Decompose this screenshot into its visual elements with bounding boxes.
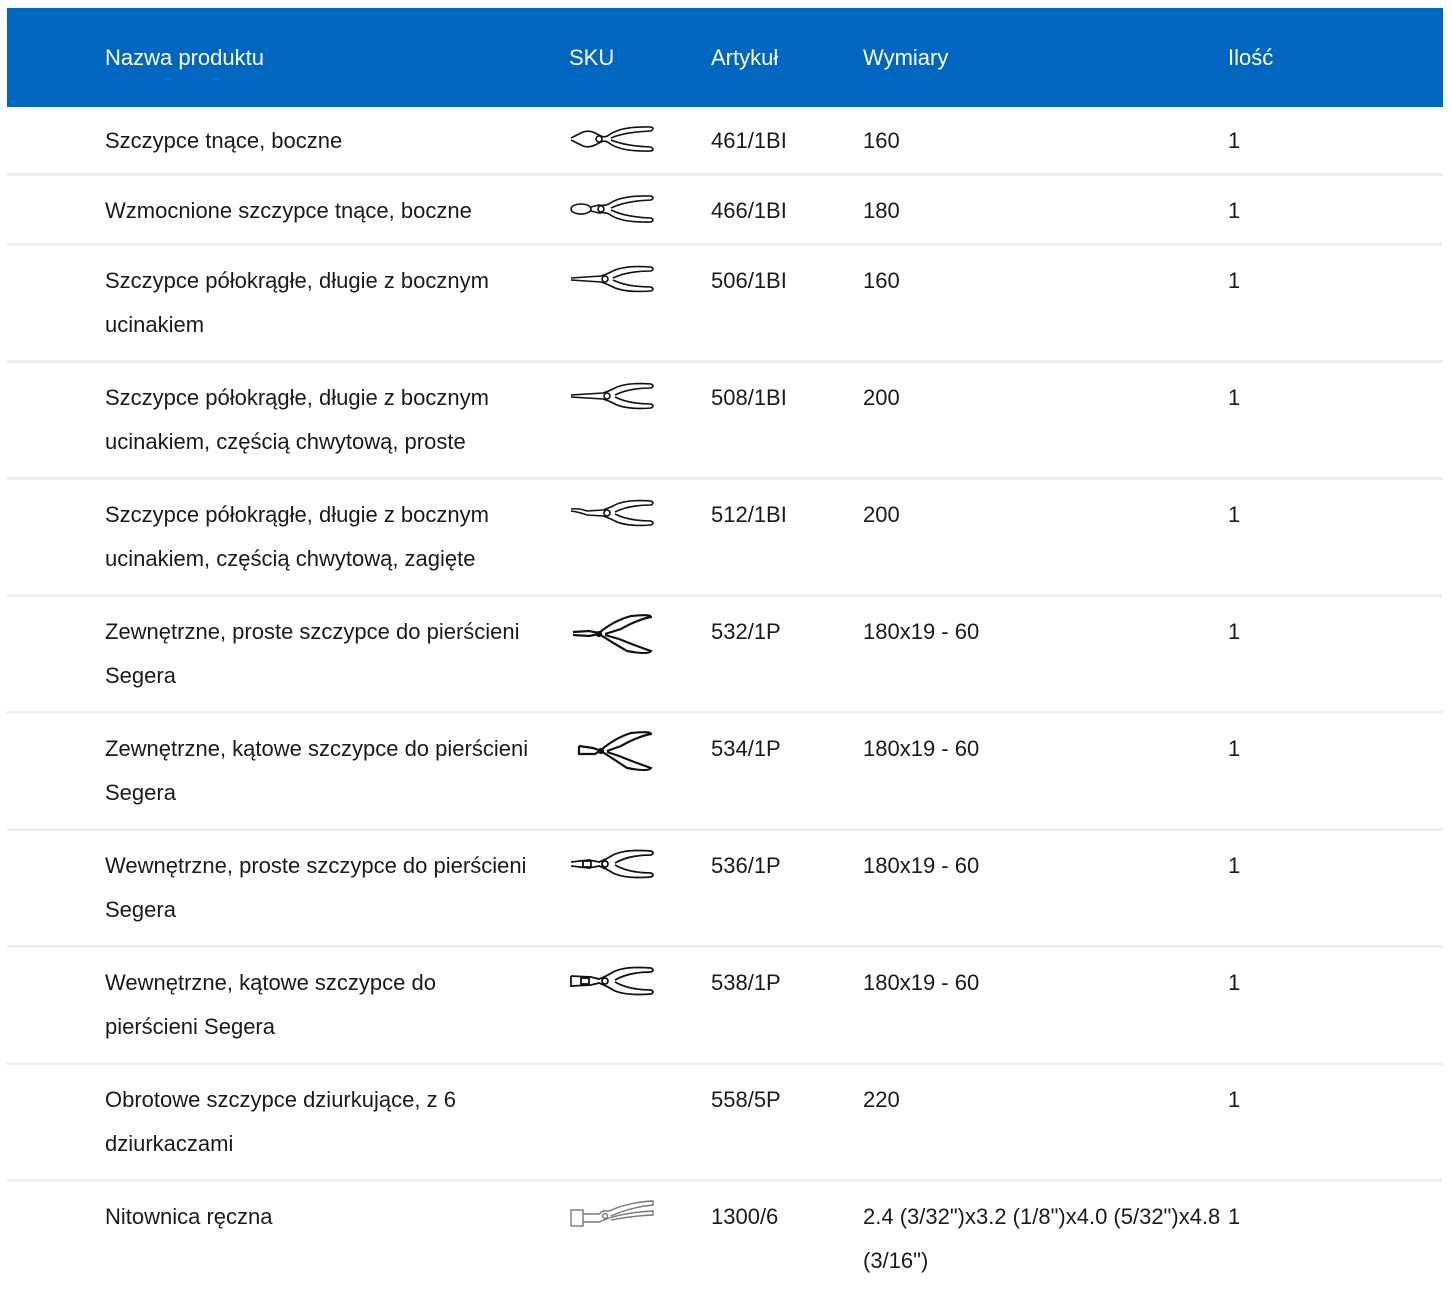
article-number: 538/1P (711, 947, 863, 1064)
article-number: 534/1P (711, 713, 863, 830)
dimensions: 160 (863, 107, 1228, 175)
table-row: Wzmocnione szczypce tnące, boczne 466/1B… (7, 175, 1443, 245)
sku-cell (569, 596, 711, 713)
sku-cell (569, 362, 711, 479)
table-header: Nazwa produktu SKU Artykuł Wymiary Ilość (7, 8, 1443, 107)
table-body: Szczypce tnące, boczne 461/1BI 160 1 Wzm… (7, 107, 1443, 1296)
product-table: Nazwa produktu SKU Artykuł Wymiary Ilość… (7, 8, 1443, 1296)
product-name: Szczypce półokrągłe, długie z bocznym uc… (7, 479, 569, 596)
product-name: Szczypce półokrągłe, długie z bocznym uc… (7, 362, 569, 479)
heavy-duty-cutter-pliers-icon (569, 192, 655, 226)
product-table-container: Nazwa produktu SKU Artykuł Wymiary Ilość… (7, 8, 1443, 1296)
circlip-pliers-icon (569, 613, 655, 655)
dimensions: 220 (863, 1064, 1228, 1181)
quantity: 1 (1228, 830, 1443, 947)
product-name: Szczypce tnące, boczne (7, 107, 569, 175)
quantity: 1 (1228, 479, 1443, 596)
quantity: 1 (1228, 713, 1443, 830)
header-sku: SKU (569, 8, 711, 107)
product-name: Wewnętrzne, kątowe szczypce do pierścien… (7, 947, 569, 1064)
article-number: 512/1BI (711, 479, 863, 596)
article-number: 506/1BI (711, 245, 863, 362)
article-number: 1300/6 (711, 1181, 863, 1296)
header-quantity: Ilość (1228, 8, 1443, 107)
table-row: Szczypce półokrągłe, długie z bocznym uc… (7, 362, 1443, 479)
quantity: 1 (1228, 1181, 1443, 1296)
header-name: Nazwa produktu (7, 8, 569, 107)
quantity: 1 (1228, 245, 1443, 362)
hand-riveter-icon (569, 1198, 655, 1232)
article-number: 558/5P (711, 1064, 863, 1181)
article-number: 536/1P (711, 830, 863, 947)
table-row: Zewnętrzne, kątowe szczypce do pierścien… (7, 713, 1443, 830)
table-row: Zewnętrzne, proste szczypce do pierścien… (7, 596, 1443, 713)
product-name: Szczypce półokrągłe, długie z bocznym uc… (7, 245, 569, 362)
product-name: Nitownica ręczna (7, 1181, 569, 1296)
article-number: 466/1BI (711, 175, 863, 245)
dimensions: 180x19 - 60 (863, 713, 1228, 830)
dimensions: 160 (863, 245, 1228, 362)
table-row: Nitownica ręczna 1300/6 2.4 (3/32")x3.2 … (7, 1181, 1443, 1296)
quantity: 1 (1228, 362, 1443, 479)
quantity: 1 (1228, 175, 1443, 245)
sku-cell (569, 713, 711, 830)
table-row: Szczypce półokrągłe, długie z bocznym uc… (7, 479, 1443, 596)
dimensions: 180x19 - 60 (863, 947, 1228, 1064)
product-name: Zewnętrzne, kątowe szczypce do pierścien… (7, 713, 569, 830)
dimensions: 180x19 - 60 (863, 596, 1228, 713)
long-nose-pliers-icon (569, 262, 655, 296)
bent-nose-pliers-icon (569, 496, 655, 530)
table-row: Szczypce półokrągłe, długie z bocznym uc… (7, 245, 1443, 362)
table-row: Wewnętrzne, kątowe szczypce do pierścien… (7, 947, 1443, 1064)
sku-cell (569, 947, 711, 1064)
quantity: 1 (1228, 1064, 1443, 1181)
sku-cell (569, 830, 711, 947)
product-name: Wewnętrzne, proste szczypce do pierścien… (7, 830, 569, 947)
dimensions: 200 (863, 479, 1228, 596)
sku-cell (569, 479, 711, 596)
diagonal-cutter-pliers-icon (569, 122, 655, 156)
internal-angled-circlip-pliers-icon (569, 964, 655, 998)
header-row: Nazwa produktu SKU Artykuł Wymiary Ilość (7, 8, 1443, 107)
header-dimensions: Wymiary (863, 8, 1228, 107)
product-name: Zewnętrzne, proste szczypce do pierścien… (7, 596, 569, 713)
dimensions: 180 (863, 175, 1228, 245)
product-name: Wzmocnione szczypce tnące, boczne (7, 175, 569, 245)
long-nose-pliers-icon (569, 379, 655, 413)
quantity: 1 (1228, 596, 1443, 713)
dimensions: 2.4 (3/32")x3.2 (1/8")x4.0 (5/32")x4.8 (… (863, 1181, 1228, 1296)
table-row: Obrotowe szczypce dziurkujące, z 6 dziur… (7, 1064, 1443, 1181)
quantity: 1 (1228, 947, 1443, 1064)
article-number: 461/1BI (711, 107, 863, 175)
product-name: Obrotowe szczypce dziurkujące, z 6 dziur… (7, 1064, 569, 1181)
article-number: 508/1BI (711, 362, 863, 479)
dimensions: 200 (863, 362, 1228, 479)
sku-cell (569, 107, 711, 175)
quantity: 1 (1228, 107, 1443, 175)
sku-cell (569, 245, 711, 362)
header-article: Artykuł (711, 8, 863, 107)
table-row: Szczypce tnące, boczne 461/1BI 160 1 (7, 107, 1443, 175)
table-row: Wewnętrzne, proste szczypce do pierścien… (7, 830, 1443, 947)
internal-circlip-pliers-icon (569, 847, 655, 881)
article-number: 532/1P (711, 596, 863, 713)
sku-cell (569, 1064, 711, 1181)
dimensions: 180x19 - 60 (863, 830, 1228, 947)
sku-cell (569, 175, 711, 245)
angled-circlip-pliers-icon (569, 730, 655, 772)
sku-cell (569, 1181, 711, 1296)
